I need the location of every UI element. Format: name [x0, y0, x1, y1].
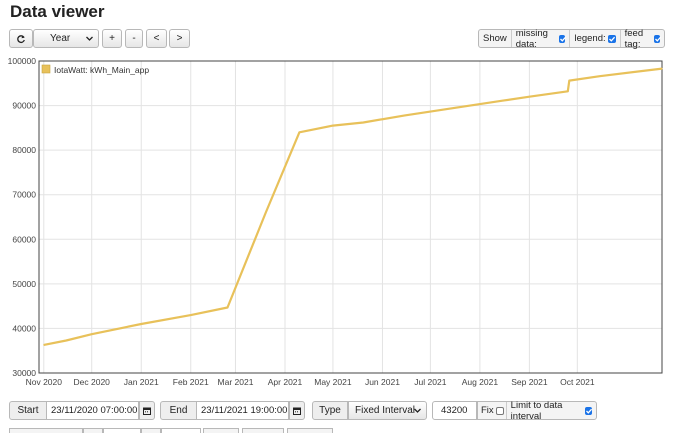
x-tick-label: Feb 2021: [173, 377, 209, 387]
missing-data-label: missing data:: [515, 27, 548, 50]
data-point: [190, 314, 192, 316]
data-point: [528, 96, 531, 98]
type-select[interactable]: Fixed Interval: [348, 401, 427, 420]
data-point: [43, 344, 45, 346]
y-tick-label: 50000: [12, 279, 36, 289]
data-point: [265, 211, 267, 214]
pan-left-button[interactable]: <: [146, 29, 167, 48]
y-tick-label: 40000: [12, 323, 36, 333]
x-tick-label: Sep 2021: [511, 377, 548, 387]
feed-tag-label: feed tag:: [624, 27, 644, 50]
x-tick-label: Mar 2021: [218, 377, 254, 387]
data-point: [91, 333, 93, 335]
x-tick-label: Jul 2021: [414, 377, 446, 387]
data-point: [404, 114, 406, 116]
period-select[interactable]: Year: [33, 29, 99, 48]
next-row-control[interactable]: [242, 428, 284, 433]
calendar-icon: [293, 407, 301, 415]
y-tick-label: 80000: [12, 145, 36, 155]
data-point: [140, 323, 142, 325]
feed-tag-option[interactable]: feed tag:: [621, 27, 664, 50]
fix-label: Fix: [481, 405, 494, 416]
next-row-control[interactable]: [141, 428, 161, 433]
fix-option[interactable]: Fix: [478, 402, 507, 419]
missing-data-checkbox[interactable]: [559, 34, 567, 43]
page-title: Data viewer: [10, 2, 105, 21]
show-label: Show: [479, 30, 512, 47]
x-tick-label: Jun 2021: [365, 377, 400, 387]
next-row-control[interactable]: [83, 428, 103, 433]
data-point: [501, 100, 503, 102]
x-tick-label: Nov 2020: [26, 377, 63, 387]
period-select-value: Year: [50, 33, 71, 44]
missing-data-option[interactable]: missing data:: [512, 27, 571, 50]
data-point: [661, 67, 663, 70]
next-row-control[interactable]: [287, 428, 333, 433]
zoom-in-button[interactable]: +: [102, 29, 122, 48]
start-label: Start: [9, 401, 47, 420]
end-calendar-button[interactable]: [289, 401, 305, 420]
chevron-down-icon: [414, 408, 421, 413]
fix-checkbox[interactable]: [495, 406, 504, 415]
type-label: Type: [312, 401, 348, 420]
y-tick-label: 90000: [12, 101, 36, 111]
feed-tag-checkbox[interactable]: [654, 34, 662, 43]
data-point: [298, 131, 300, 133]
pan-right-button[interactable]: >: [169, 29, 190, 48]
data-point: [362, 121, 364, 124]
refresh-icon: [17, 34, 25, 43]
data-point: [332, 125, 334, 127]
x-tick-label: Oct 2021: [560, 377, 595, 387]
end-label: End: [160, 401, 197, 420]
data-point: [226, 306, 229, 309]
refresh-button[interactable]: [9, 29, 33, 48]
calendar-icon: [143, 407, 151, 415]
y-tick-label: 70000: [12, 190, 36, 200]
interval-options: Fix Limit to data interval: [477, 399, 597, 422]
zoom-out-button[interactable]: -: [125, 29, 143, 48]
legend-swatch: [41, 64, 51, 74]
x-tick-label: Aug 2021: [462, 377, 499, 387]
data-point: [452, 107, 454, 109]
x-tick-label: Dec 2020: [74, 377, 111, 387]
type-select-value: Fixed Interval: [355, 405, 416, 416]
next-row-control[interactable]: [203, 428, 239, 433]
kwh-line-chart[interactable]: 3000040000500006000070000800009000010000…: [0, 52, 690, 392]
x-tick-label: May 2021: [314, 377, 352, 387]
x-tick-label: Apr 2021: [268, 377, 303, 387]
limit-option[interactable]: Limit to data interval: [507, 399, 596, 422]
next-row-control[interactable]: [103, 428, 141, 433]
data-point: [65, 339, 67, 342]
data-point: [568, 80, 570, 82]
legend-option[interactable]: legend:: [570, 30, 621, 47]
display-options: Show missing data: legend: feed tag:: [478, 27, 665, 50]
data-point: [599, 75, 601, 77]
data-point: [567, 90, 569, 92]
start-calendar-button[interactable]: [139, 401, 155, 420]
legend-label: IotaWatt: kWh_Main_app: [54, 65, 149, 75]
start-datetime-input[interactable]: 23/11/2020 07:00:00: [47, 401, 139, 420]
legend-checkbox[interactable]: [607, 34, 616, 43]
x-tick-label: Jan 2021: [124, 377, 159, 387]
limit-label: Limit to data interval: [510, 399, 563, 422]
legend-label: legend:: [574, 33, 606, 44]
limit-checkbox[interactable]: [585, 406, 593, 415]
next-row-control[interactable]: [161, 428, 201, 433]
interval-input[interactable]: 43200: [432, 401, 477, 420]
chevron-down-icon: [86, 36, 93, 41]
y-tick-label: 60000: [12, 234, 36, 244]
next-row-control[interactable]: [9, 428, 83, 433]
y-tick-label: 100000: [8, 56, 37, 66]
end-datetime-input[interactable]: 23/11/2021 19:00:00: [197, 401, 289, 420]
series-line: [43, 67, 663, 346]
